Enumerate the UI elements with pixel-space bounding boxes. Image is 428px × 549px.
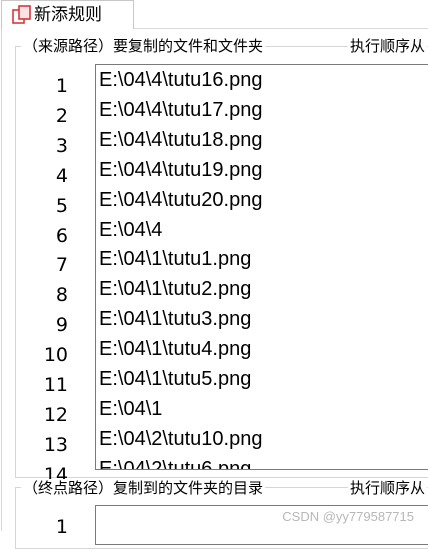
- path-line: E:\04\1\tutu2.png: [99, 278, 252, 301]
- line-number: 11: [43, 374, 68, 396]
- line-number: 7: [55, 254, 68, 277]
- tab-new-rule[interactable]: 新添规则: [1, 0, 134, 29]
- path-line: E:\04\4\tutu18.png: [99, 128, 263, 151]
- rule-window: 新添规则 （来源路径）要复制的文件和文件夹 执行顺序从 1 2 3 4 5 6 7 8 9 10 1…: [0, 0, 428, 549]
- dest-order-label: 执行顺序从: [348, 479, 428, 497]
- dest-group-title: （终点路径）复制到的文件夹的目录: [21, 479, 266, 497]
- line-number: 6: [55, 224, 68, 247]
- line-number: 13: [43, 433, 68, 456]
- line-number: 10: [43, 344, 68, 367]
- source-order-label: 执行顺序从: [348, 37, 428, 55]
- line-number: 12: [43, 403, 68, 426]
- path-line: E:\04\4\tutu17.png: [99, 98, 263, 121]
- path-line: E:\04\4\tutu20.png: [99, 188, 263, 211]
- panel-left-border: [1, 29, 2, 531]
- path-line: E:\04\1\tutu3.png: [99, 308, 252, 331]
- path-line: E:\04\4: [99, 218, 163, 241]
- path-line: E:\04\2\tutu10.png: [99, 427, 263, 450]
- line-number: 5: [55, 194, 68, 217]
- watermark-text: CSDN @yy779587715: [282, 509, 414, 524]
- line-number: 4: [55, 164, 68, 187]
- path-line: E:\04\1\tutu4.png: [99, 338, 252, 361]
- path-line: E:\04\4\tutu16.png: [99, 69, 263, 91]
- source-paths-textarea[interactable]: E:\04\4\tutu16.png E:\04\4\tutu17.png E:\0…: [95, 64, 428, 470]
- path-line: E:\04\1\tutu1.png: [99, 248, 252, 271]
- copy-files-icon: [12, 5, 31, 24]
- line-number: 2: [55, 104, 68, 127]
- line-number: 8: [55, 284, 68, 307]
- path-line: E:\04\2\tutu6.png: [99, 457, 252, 470]
- line-number: 1: [55, 75, 68, 97]
- path-line: E:\04\4\tutu19.png: [99, 158, 263, 181]
- tab-strip-divider: [134, 28, 428, 29]
- source-group-title: （来源路径）要复制的文件和文件夹: [21, 37, 266, 55]
- path-line: E:\04\1\tutu5.png: [99, 368, 252, 390]
- line-number: 9: [55, 314, 68, 337]
- line-number: 1: [55, 516, 68, 538]
- path-line: E:\04\1: [99, 397, 163, 420]
- line-number: 3: [55, 134, 68, 157]
- tab-label: 新添规则: [34, 5, 102, 25]
